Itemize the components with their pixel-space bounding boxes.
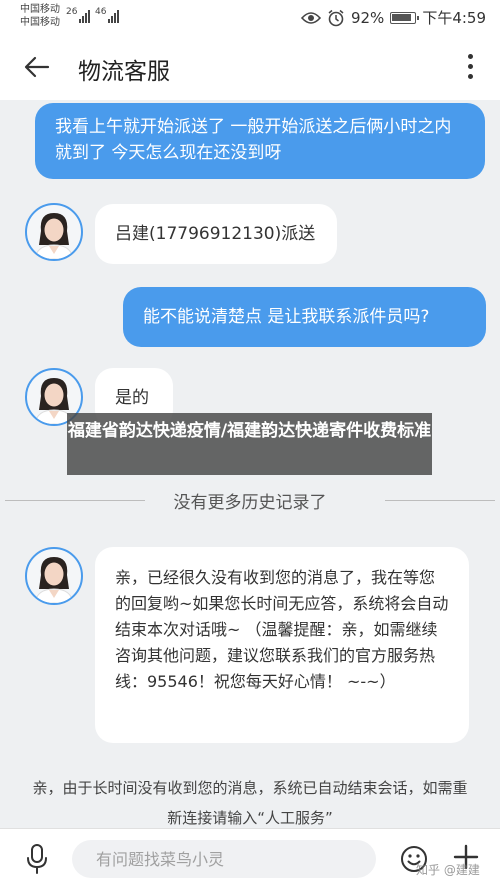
status-bar: 中国移动 中国移动 26 46 92% 下午4:59 [0, 0, 500, 34]
system-message: 亲，由于长时间没有收到您的消息，系统已自动结束会话，如需重新连接请输入“人工服务… [32, 779, 468, 827]
watermark-banner: 福建省韵达快递疫情/福建韵达快递寄件收费标准 [67, 413, 432, 475]
agent-portrait-icon [34, 557, 74, 603]
history-divider-text: 没有更多历史记录了 [173, 493, 327, 513]
app-header: 物流客服 [0, 34, 500, 100]
agent-message-bubble: 吕建(17796912130)派送 [95, 204, 337, 264]
input-bar: 知乎 @建建 [0, 828, 500, 888]
eye-icon [300, 11, 321, 24]
alarm-icon [328, 9, 344, 26]
carrier-labels: 中国移动 中国移动 [20, 3, 60, 29]
back-arrow-icon[interactable] [22, 52, 52, 82]
battery-percent: 92% [350, 8, 385, 27]
network-type-2: 46 [95, 7, 107, 17]
signal-icon-2 [108, 9, 119, 23]
carrier-1: 中国移动 [20, 4, 60, 15]
clock: 下午4:59 [422, 9, 486, 27]
carrier-2: 中国移动 [20, 17, 60, 28]
battery-icon [390, 11, 420, 24]
agent-avatar [25, 547, 83, 605]
user-message-bubble: 我看上午就开始派送了 一般开始派送之后俩小时之内就到了 今天怎么现在还没到呀 [35, 103, 485, 179]
status-right: 92% 下午4:59 [300, 7, 486, 28]
microphone-icon[interactable] [24, 843, 50, 875]
source-watermark: 知乎 @建建 [416, 863, 480, 877]
agent-portrait-icon [34, 213, 74, 259]
agent-message-bubble: 亲，已经很久没有收到您的消息了，我在等您的回复哟~如果您长时间无应答，系统将会自… [95, 547, 469, 743]
agent-avatar [25, 203, 83, 261]
history-divider: 没有更多历史记录了 [0, 488, 500, 513]
message-input[interactable] [72, 840, 376, 878]
user-message-bubble: 能不能说清楚点 是让我联系派件员吗? [123, 287, 486, 347]
signal-icon [79, 9, 90, 23]
page-title: 物流客服 [78, 59, 170, 85]
more-menu-icon[interactable] [468, 54, 474, 82]
network-type-1: 26 [66, 7, 78, 17]
